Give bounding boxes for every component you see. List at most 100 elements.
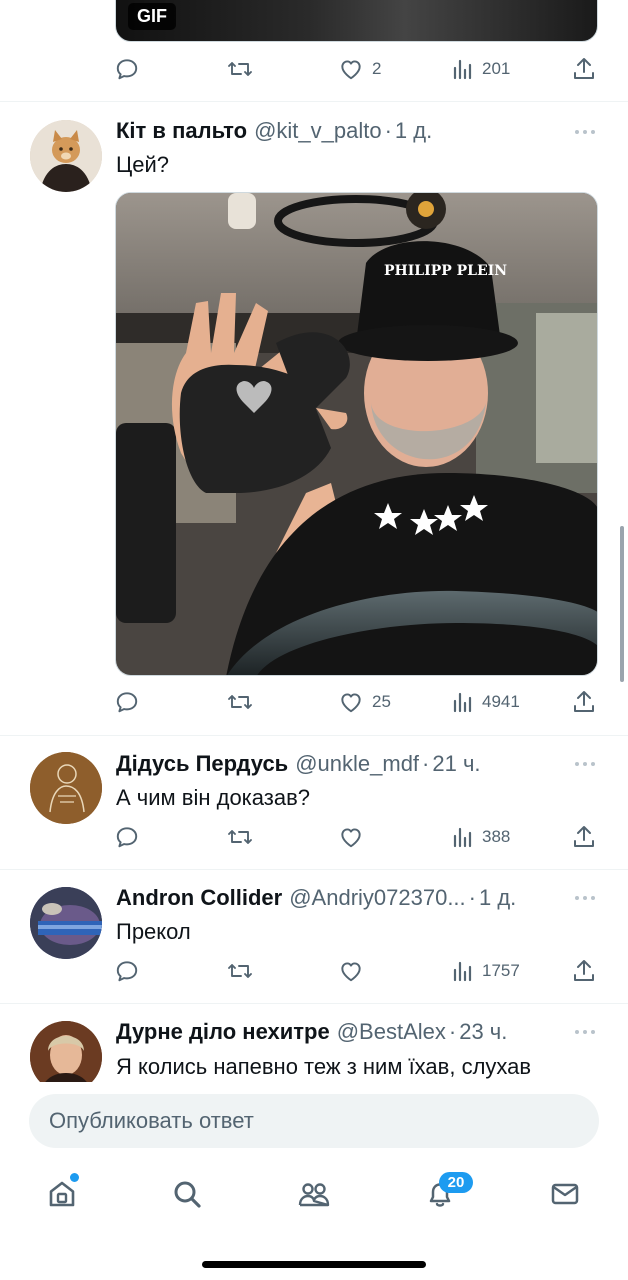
timeline: GIF 2 201 Кіт в пальто @kit_v_palto · 1 …: [0, 0, 628, 1082]
views-count: 4941: [482, 692, 520, 711]
retweet-icon: [228, 830, 252, 844]
tweet-previous[interactable]: GIF 2 201: [0, 0, 628, 102]
share-button[interactable]: [572, 956, 596, 986]
retweet-button[interactable]: [226, 822, 254, 852]
new-posts-indicator: [70, 1173, 79, 1182]
tweet-text: Цей?: [116, 152, 170, 177]
communities-icon: [298, 1183, 330, 1207]
username[interactable]: @unkle_mdf: [295, 751, 419, 777]
views-count: 201: [482, 59, 511, 78]
tweet[interactable]: Дідусь Пердусь @unkle_mdf · 21 ч. А чим …: [0, 736, 628, 870]
display-name[interactable]: Andron Collider: [116, 885, 282, 911]
separator-dot: ·: [468, 885, 476, 910]
separator-dot: ·: [422, 751, 430, 776]
tweet-header: Andron Collider @Andriy072370... · 1 д.: [116, 883, 608, 913]
retweet-icon: [228, 964, 252, 978]
username[interactable]: @Andriy072370...: [289, 885, 465, 911]
gif-badge: GIF: [128, 3, 176, 30]
like-button[interactable]: 2: [338, 54, 381, 84]
more-icon: [575, 130, 595, 134]
reply-button[interactable]: [114, 687, 140, 717]
retweet-button[interactable]: [226, 956, 254, 986]
share-icon: [574, 826, 594, 847]
avatar-collider-tunnel-image: [30, 887, 102, 959]
avatar[interactable]: [30, 120, 102, 192]
username[interactable]: @kit_v_palto: [254, 118, 382, 144]
tweet-header: Дідусь Пердусь @unkle_mdf · 21 ч.: [116, 749, 608, 779]
views-icon: [453, 961, 472, 982]
tweet-actions: 388: [114, 822, 598, 852]
retweet-button[interactable]: [226, 54, 254, 84]
tweet-text: А чим він доказав?: [116, 785, 311, 810]
share-icon: [574, 960, 594, 981]
reply-button[interactable]: [114, 956, 140, 986]
reply-icon: [116, 59, 138, 80]
retweet-icon: [228, 62, 252, 76]
more-options-button[interactable]: [572, 885, 598, 911]
avatar-cat-in-coat-image: [30, 120, 102, 192]
tab-messages[interactable]: [545, 1174, 585, 1214]
tweet[interactable]: Кіт в пальто @kit_v_palto · 1 д. Цей? PH…: [0, 102, 628, 736]
retweet-icon: [228, 695, 252, 709]
hat-print-text: PHILIPP PLEIN: [384, 263, 507, 279]
like-button[interactable]: [338, 822, 364, 852]
tweet-media-photo[interactable]: PHILIPP PLEIN: [115, 192, 598, 676]
tweet[interactable]: Дурне діло нехитре @BestAlex · 23 ч. Я к…: [0, 1004, 628, 1082]
reply-icon: [116, 961, 138, 982]
display-name[interactable]: Дідусь Пердусь: [116, 751, 288, 777]
views-button[interactable]: 201: [452, 54, 510, 84]
search-icon: [174, 1181, 201, 1208]
separator-dot: ·: [384, 118, 392, 143]
like-button[interactable]: [338, 956, 364, 986]
tweet-media-gif[interactable]: GIF: [115, 0, 598, 42]
retweet-button[interactable]: [226, 687, 254, 717]
views-button[interactable]: 4941: [452, 687, 520, 717]
display-name[interactable]: Дурне діло нехитре: [116, 1019, 330, 1045]
photo-man-driving-car: PHILIPP PLEIN: [116, 193, 597, 675]
tweet-actions: 2 201: [114, 54, 598, 84]
reply-input[interactable]: Опубликовать ответ: [29, 1094, 599, 1148]
views-icon: [453, 692, 472, 713]
timestamp[interactable]: 1 д.: [395, 118, 432, 144]
timestamp[interactable]: 1 д.: [479, 885, 516, 911]
heart-icon: [341, 828, 361, 848]
avatar-sketch-image: [30, 752, 102, 824]
views-icon: [453, 59, 472, 80]
heart-icon: [341, 60, 361, 80]
reply-button[interactable]: [114, 54, 140, 84]
avatar-person-image: [30, 1021, 102, 1082]
tweet-text: Я колись напевно теж з ним їхав, слухав: [116, 1054, 532, 1079]
timestamp[interactable]: 21 ч.: [432, 751, 480, 777]
like-count: 25: [372, 692, 391, 711]
more-options-button[interactable]: [572, 1019, 598, 1045]
tweet-actions: 25 4941: [114, 687, 598, 717]
username[interactable]: @BestAlex: [337, 1019, 446, 1045]
more-icon: [575, 896, 595, 900]
tweet-actions: 1757: [114, 956, 598, 986]
more-icon: [575, 762, 595, 766]
views-button[interactable]: 388: [452, 822, 510, 852]
timestamp[interactable]: 23 ч.: [459, 1019, 507, 1045]
reply-button[interactable]: [114, 822, 140, 852]
like-button[interactable]: 25: [338, 687, 391, 717]
views-icon: [453, 827, 472, 848]
tweet[interactable]: Andron Collider @Andriy072370... · 1 д. …: [0, 870, 628, 1004]
more-options-button[interactable]: [572, 119, 598, 145]
share-button[interactable]: [572, 687, 596, 717]
scrollbar[interactable]: [620, 526, 624, 682]
display-name[interactable]: Кіт в пальто: [116, 118, 247, 144]
home-indicator[interactable]: [202, 1261, 426, 1268]
tweet-header: Кіт в пальто @kit_v_palto · 1 д.: [116, 116, 608, 146]
avatar[interactable]: [30, 887, 102, 959]
more-options-button[interactable]: [572, 751, 598, 777]
share-button[interactable]: [572, 54, 596, 84]
views-count: 388: [482, 827, 511, 846]
avatar[interactable]: [30, 1021, 102, 1082]
tab-search[interactable]: [167, 1174, 207, 1214]
share-button[interactable]: [572, 822, 596, 852]
avatar[interactable]: [30, 752, 102, 824]
views-button[interactable]: 1757: [452, 956, 520, 986]
tab-communities[interactable]: [294, 1174, 334, 1214]
heart-icon: [341, 693, 361, 713]
home-icon: [49, 1181, 75, 1207]
